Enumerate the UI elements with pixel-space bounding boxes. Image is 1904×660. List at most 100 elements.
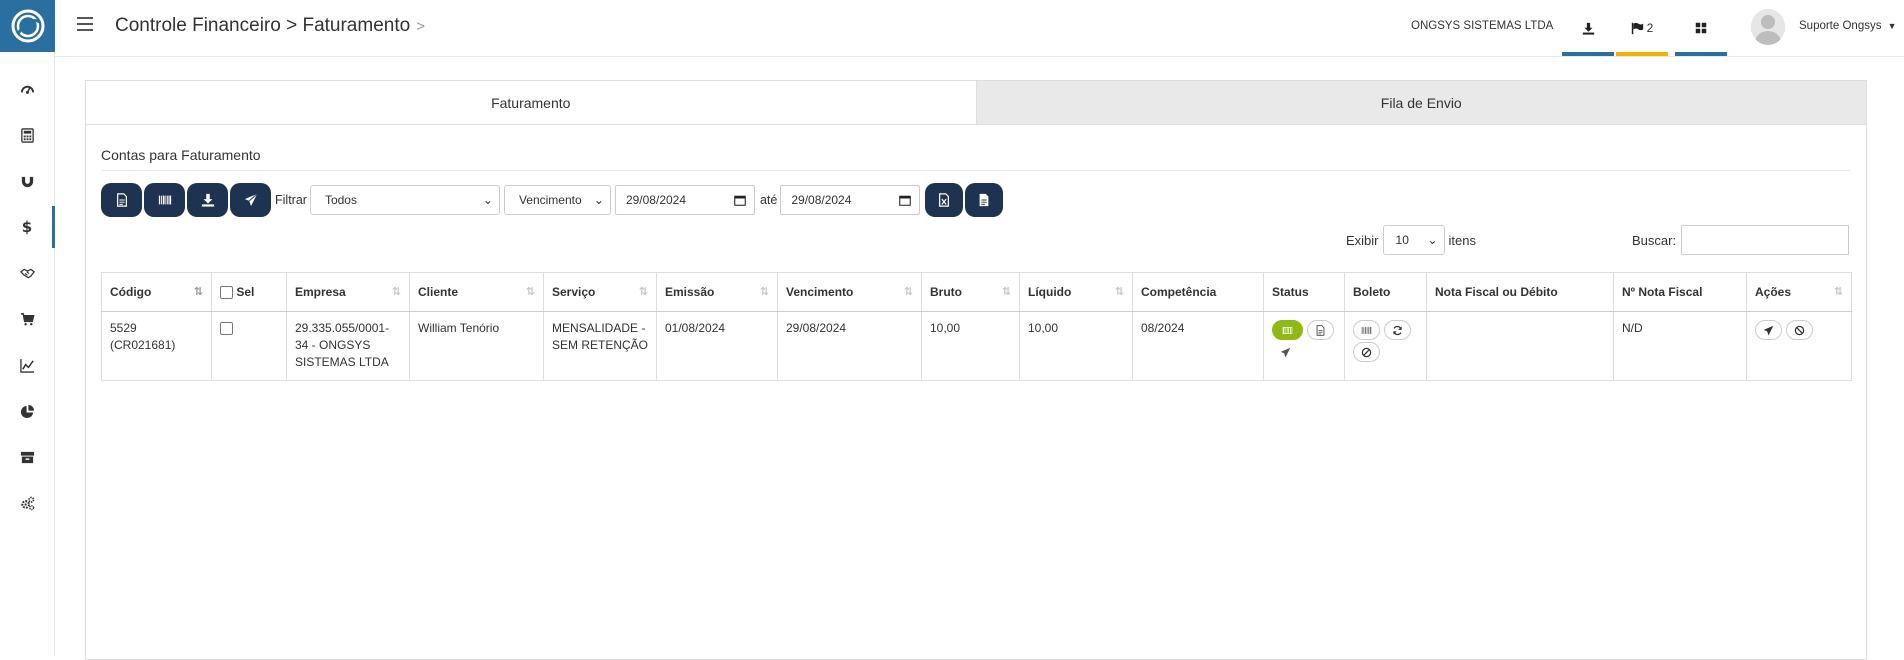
section-title: Contas para Faturamento bbox=[101, 147, 1851, 171]
date-from-value: 29/08/2024 bbox=[625, 193, 687, 207]
row-checkbox[interactable] bbox=[220, 322, 233, 336]
breadcrumb-text: Controle Financeiro > Faturamento bbox=[115, 15, 411, 36]
calendar-icon[interactable] bbox=[899, 194, 912, 206]
user-silhouette-icon bbox=[1751, 9, 1785, 45]
sidebar-item-dashboard[interactable] bbox=[0, 66, 54, 112]
cell-codigo: 5529 (CR021681) bbox=[101, 311, 212, 381]
date-field-value: Vencimento bbox=[518, 193, 582, 207]
sidebar-item-magnet[interactable] bbox=[0, 158, 54, 204]
menu-toggle-icon[interactable] bbox=[77, 17, 93, 35]
handshake-icon bbox=[19, 268, 35, 278]
ban-icon bbox=[1361, 347, 1372, 357]
company-name[interactable]: ONGSYS SISTEMAS LTDA bbox=[1411, 20, 1553, 32]
download-file-button[interactable] bbox=[187, 183, 228, 217]
search-label: Buscar: bbox=[1632, 232, 1677, 248]
magnet-icon bbox=[21, 176, 33, 187]
status-document-button[interactable] bbox=[1307, 320, 1335, 340]
cart-icon bbox=[20, 312, 35, 325]
download-icon bbox=[1582, 22, 1594, 35]
select-all-checkbox[interactable] bbox=[220, 286, 233, 300]
cell-liquido: 10,00 bbox=[1019, 311, 1133, 381]
col-servico[interactable]: Serviço ⇅ bbox=[543, 272, 657, 312]
top-header: Controle Financeiro > Faturamento > ONGSY… bbox=[55, 0, 1904, 57]
line-chart-icon bbox=[19, 358, 34, 373]
cell-emissao: 01/08/2024 bbox=[656, 311, 778, 381]
cell-status bbox=[1263, 311, 1345, 381]
boleto-barcode-button[interactable] bbox=[1353, 320, 1380, 340]
sidebar: $ bbox=[0, 0, 55, 656]
filter-type-select[interactable]: Todos ⌄ bbox=[309, 185, 500, 215]
barcode-icon bbox=[158, 195, 171, 205]
date-field-select[interactable]: Vencimento ⌄ bbox=[503, 185, 611, 215]
col-empresa[interactable]: Empresa ⇅ bbox=[286, 272, 410, 312]
cell-sel bbox=[211, 311, 287, 381]
status-boleto-button[interactable] bbox=[1272, 320, 1303, 340]
row-send-button[interactable] bbox=[1755, 320, 1782, 340]
col-vencimento[interactable]: Vencimento ⇅ bbox=[777, 272, 922, 312]
sidebar-item-handshake[interactable] bbox=[0, 250, 54, 296]
col-status: Status bbox=[1263, 272, 1345, 312]
col-boleto: Boleto bbox=[1344, 272, 1427, 312]
status-send-button[interactable] bbox=[1272, 342, 1299, 362]
send-button[interactable] bbox=[230, 183, 271, 217]
date-to-input[interactable]: 29/08/2024 bbox=[780, 185, 921, 215]
col-num-nota-fiscal: Nº Nota Fiscal bbox=[1613, 272, 1747, 312]
page-size-select[interactable]: 10 ⌄ bbox=[1382, 225, 1445, 255]
download-icon bbox=[201, 193, 214, 207]
sidebar-item-pie[interactable] bbox=[0, 388, 54, 434]
col-acoes[interactable]: Ações ⇅ bbox=[1746, 272, 1852, 312]
export-excel-button[interactable] bbox=[925, 183, 964, 217]
sidebar-item-calculator[interactable] bbox=[0, 112, 54, 158]
search-input[interactable] bbox=[1681, 225, 1850, 255]
row-cancel-button[interactable] bbox=[1786, 320, 1814, 340]
app-logo[interactable] bbox=[0, 0, 55, 52]
apps-button[interactable] bbox=[1675, 0, 1727, 56]
sidebar-item-financeiro[interactable]: $ bbox=[0, 204, 55, 250]
export-document-button[interactable] bbox=[965, 183, 1004, 217]
search-control: Buscar: bbox=[1632, 225, 1850, 255]
grid-icon bbox=[1695, 22, 1707, 34]
sort-icon: ⇅ bbox=[525, 286, 535, 298]
col-bruto[interactable]: Bruto ⇅ bbox=[921, 272, 1020, 312]
col-emissao[interactable]: Emissão ⇅ bbox=[656, 272, 778, 312]
boleto-refresh-button[interactable] bbox=[1384, 320, 1412, 340]
avatar[interactable] bbox=[1751, 9, 1785, 45]
notifications-button[interactable]: 2 bbox=[1616, 0, 1668, 56]
chevron-down-icon: ⌄ bbox=[1427, 233, 1438, 247]
dollar-icon: $ bbox=[21, 218, 33, 236]
file-excel-icon bbox=[939, 193, 950, 207]
cell-num-nota-fiscal: N/D bbox=[1613, 311, 1747, 381]
ate-label: até bbox=[759, 193, 778, 207]
date-to-value: 29/08/2024 bbox=[791, 193, 852, 207]
sidebar-item-reports[interactable] bbox=[0, 342, 54, 388]
file-icon bbox=[1316, 324, 1325, 336]
col-sel[interactable]: Sel bbox=[211, 272, 287, 312]
filter-label: Filtrar bbox=[275, 193, 307, 207]
download-button[interactable] bbox=[1562, 0, 1614, 56]
new-document-button[interactable] bbox=[101, 183, 142, 217]
barcode-button[interactable] bbox=[144, 183, 185, 217]
col-liquido[interactable]: Líquido ⇅ bbox=[1019, 272, 1133, 312]
sidebar-item-settings[interactable] bbox=[0, 480, 54, 526]
user-name: Suporte Ongsys bbox=[1799, 20, 1882, 32]
sidebar-item-cart[interactable] bbox=[0, 296, 54, 342]
sort-asc-icon: ⇅ bbox=[193, 286, 203, 298]
sort-icon: ⇅ bbox=[391, 286, 401, 298]
tab-fila-de-envio[interactable]: Fila de Envio bbox=[975, 81, 1866, 124]
dashboard-icon bbox=[20, 85, 34, 94]
col-competencia: Competência bbox=[1132, 272, 1264, 312]
date-from-input[interactable]: 29/08/2024 bbox=[614, 185, 755, 215]
col-cliente[interactable]: Cliente ⇅ bbox=[409, 272, 544, 312]
col-codigo[interactable]: Código ⇅ bbox=[101, 272, 212, 312]
paper-plane-icon bbox=[1280, 347, 1291, 357]
calendar-icon[interactable] bbox=[734, 194, 746, 206]
sidebar-item-archive[interactable] bbox=[0, 434, 54, 480]
page-size-value: 10 bbox=[1395, 233, 1409, 247]
tab-bar: Faturamento Fila de Envio bbox=[86, 81, 1866, 125]
exibir-label: Exibir bbox=[1346, 232, 1379, 248]
paper-plane-icon bbox=[1763, 325, 1774, 335]
paper-plane-icon bbox=[244, 193, 257, 207]
tab-faturamento[interactable]: Faturamento bbox=[86, 81, 976, 124]
boleto-cancel-button[interactable] bbox=[1353, 342, 1380, 362]
user-menu[interactable]: Suporte Ongsys ▼ bbox=[1799, 20, 1897, 32]
